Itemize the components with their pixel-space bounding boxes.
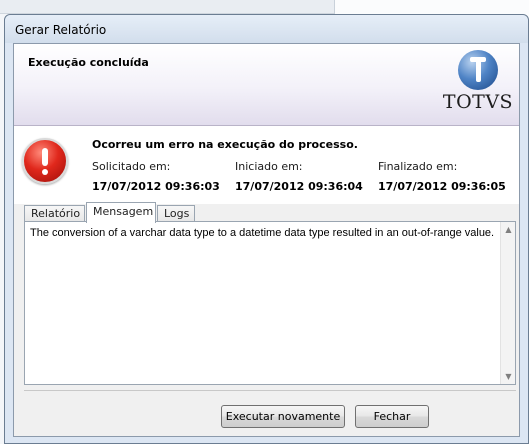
header-heading: Execução concluída [28,56,149,69]
message-textarea[interactable]: The conversion of a varchar data type to… [25,222,500,384]
vertical-scrollbar[interactable]: ▲ ▼ [500,222,515,384]
error-message: Ocorreu um erro na execução do processo. [92,138,358,151]
started-column: Iniciado em: 17/07/2012 09:36:04 [235,160,363,193]
requested-label: Solicitado em: [92,160,171,173]
started-label: Iniciado em: [235,160,303,173]
tab-mensagem[interactable]: Mensagem [86,202,156,223]
scroll-up-arrow-icon[interactable]: ▲ [501,222,516,237]
finished-value: 17/07/2012 09:36:05 [378,180,506,193]
totvs-logo-text: TOTVS [442,91,514,113]
started-value: 17/07/2012 09:36:04 [235,180,363,193]
rerun-button[interactable]: Executar novamente [221,405,345,428]
dialog-titlebar[interactable]: Gerar Relatório [5,15,528,43]
dialog-title: Gerar Relatório [15,23,107,37]
dialog-header: Execução concluída TOTVS [14,44,519,126]
tab-relatorio[interactable]: Relatório [24,205,85,222]
requested-value: 17/07/2012 09:36:03 [92,180,220,193]
background-toolbar [0,0,335,14]
totvs-logo: TOTVS [442,50,514,122]
footer-divider [24,390,516,391]
scroll-down-arrow-icon[interactable]: ▼ [501,369,516,384]
report-dialog: Gerar Relatório Execução concluída TOTVS… [4,14,529,444]
tab-logs[interactable]: Logs [157,205,195,222]
requested-column: Solicitado em: 17/07/2012 09:36:03 [92,160,220,193]
totvs-globe-icon [458,50,498,90]
message-panel: The conversion of a varchar data type to… [24,221,516,385]
error-icon [22,138,68,184]
finished-label: Finalizado em: [378,160,458,173]
execution-info: Ocorreu um erro na execução do processo.… [14,126,519,204]
close-button[interactable]: Fechar [355,405,429,428]
finished-column: Finalizado em: 17/07/2012 09:36:05 [378,160,506,193]
dialog-client-area: Execução concluída TOTVS Ocorreu um erro… [13,43,520,437]
